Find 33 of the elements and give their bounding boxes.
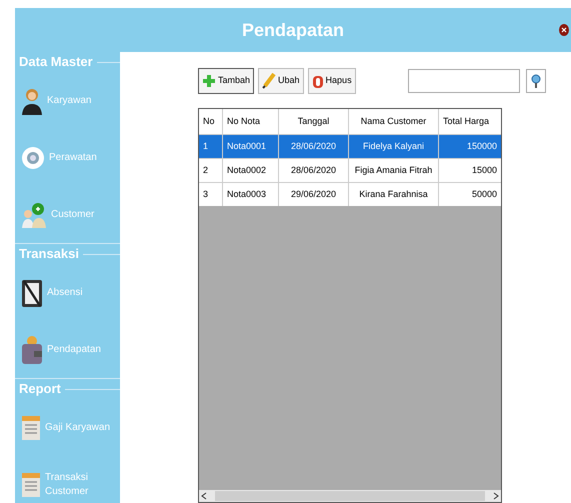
- pencil-icon: [262, 73, 276, 89]
- section-title: Data Master: [19, 53, 93, 72]
- horizontal-scrollbar[interactable]: [199, 490, 501, 502]
- table-cell: Nota0003: [223, 183, 279, 206]
- wallet-icon: [21, 334, 43, 364]
- search-field[interactable]: [408, 69, 520, 93]
- table-cell: 3: [199, 183, 223, 206]
- search-button[interactable]: [526, 69, 546, 93]
- section-title: Transaksi: [19, 245, 79, 264]
- window-title: Pendapatan: [242, 18, 344, 42]
- section-title: Report: [19, 380, 61, 398]
- close-icon[interactable]: [559, 24, 569, 36]
- plus-icon: [202, 74, 216, 88]
- column-header[interactable]: Total Harga: [439, 109, 501, 134]
- edit-button[interactable]: Ubah: [258, 68, 304, 94]
- table-row[interactable]: 3 Nota0003 29/06/2020 Kirana Farahnisa 50000: [199, 182, 501, 206]
- add-button[interactable]: Tambah: [198, 68, 254, 94]
- document-icon: [21, 472, 41, 498]
- watch-icon: [21, 146, 45, 170]
- search-icon: [530, 74, 541, 88]
- users-icon: [21, 202, 47, 228]
- table-cell-text: 50000: [470, 188, 498, 201]
- woman-icon: [21, 86, 43, 114]
- table-row[interactable]: 1 Nota0001 28/06/2020 Fidelya Kalyani 150000: [199, 134, 501, 158]
- table-row[interactable]: 2 Nota0002 28/06/2020 Figia Amania Fitrah 15000: [199, 158, 501, 182]
- table-cell: Kirana Farahnisa: [349, 183, 439, 206]
- clipboard-icon: [21, 278, 43, 308]
- delete-button[interactable]: Hapus: [308, 68, 356, 94]
- document-icon: [21, 414, 41, 440]
- table-cell: 29/06/2020: [279, 183, 349, 206]
- table-cell-text: 15000: [470, 164, 498, 177]
- table-cell-text: 150000: [466, 140, 498, 153]
- trash-icon: [312, 73, 324, 89]
